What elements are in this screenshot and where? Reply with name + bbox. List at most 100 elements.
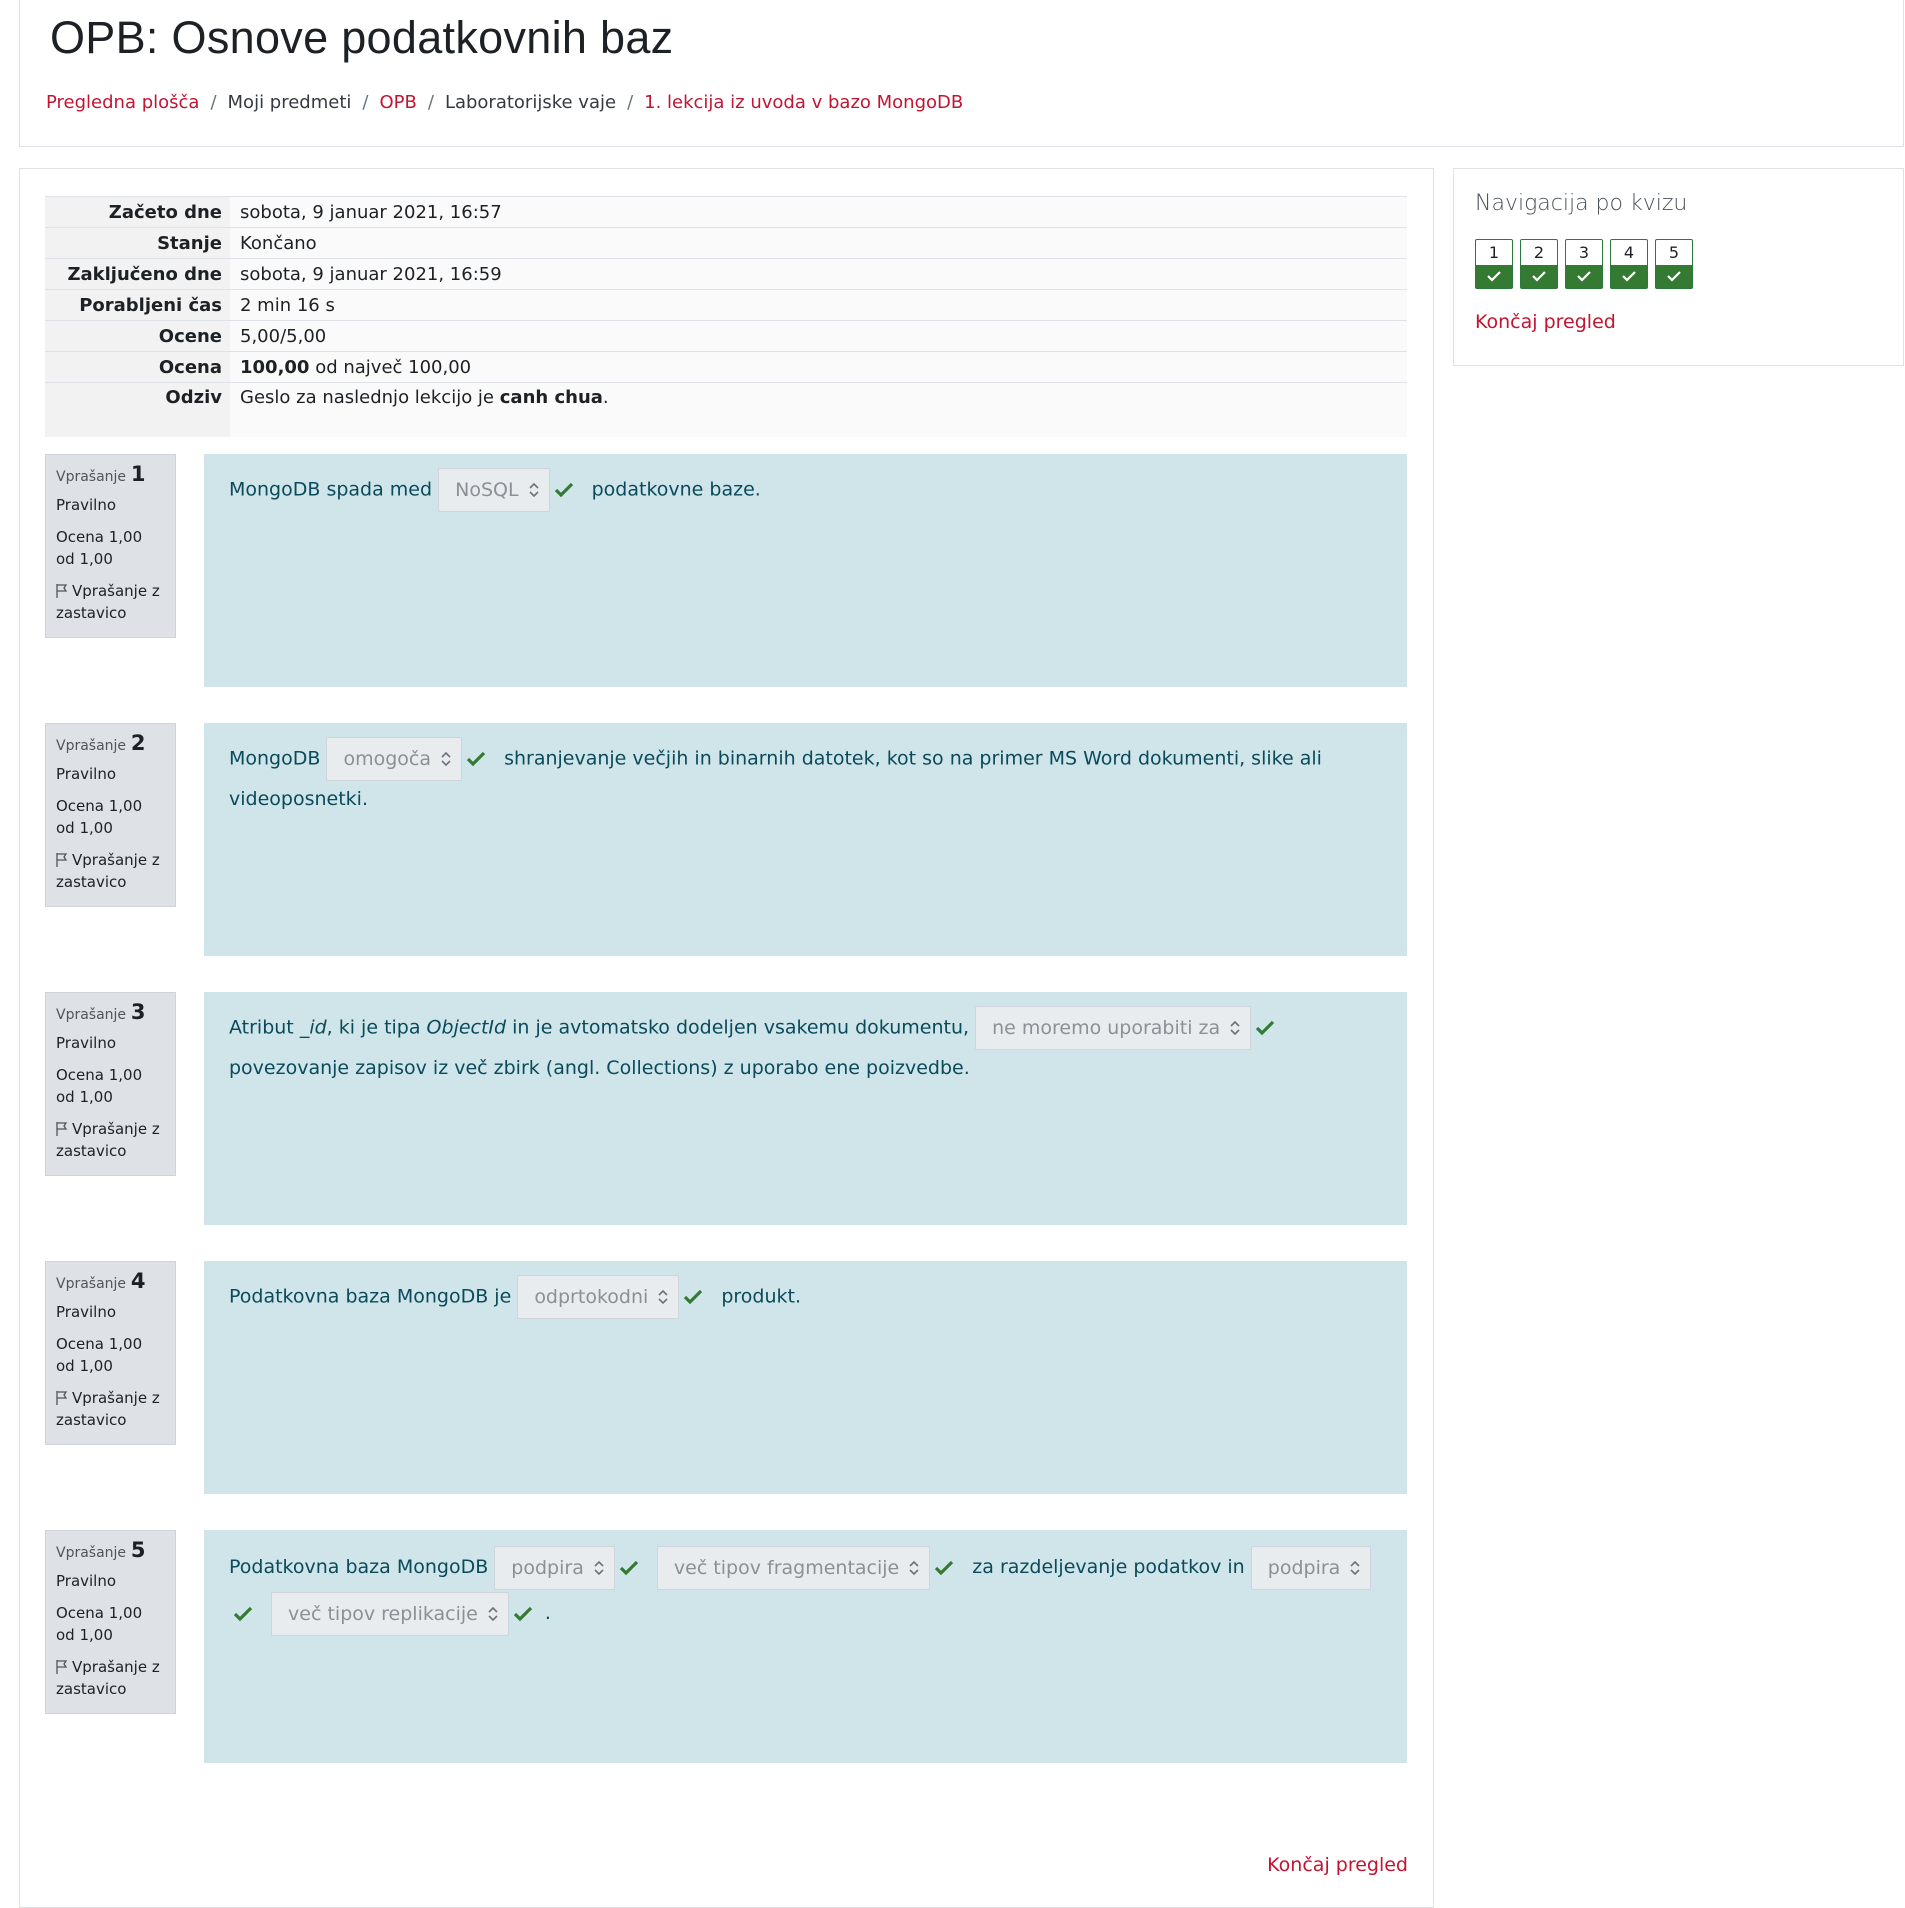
question-state: Pravilno [56, 1034, 117, 1052]
question-text: produkt. [721, 1285, 802, 1308]
attempt-summary-table: Začeto dne sobota, 9 januar 2021, 16:57 … [45, 196, 1407, 437]
check-icon [619, 1560, 638, 1575]
question-grade: Ocena 1,00 od 1,00 [56, 528, 143, 568]
feedback-end: . [602, 387, 609, 408]
select-value: več tipov fragmentacije [673, 1556, 900, 1579]
breadcrumb-course[interactable]: OPB [379, 92, 416, 113]
question-info: Vprašanje 5 Pravilno Ocena 1,00 od 1,00 … [45, 1530, 176, 1714]
finish-review-link[interactable]: Končaj pregled [1267, 1854, 1408, 1876]
quiz-nav-button-4[interactable]: 4 [1610, 239, 1648, 289]
grade-score: 100,00 [240, 356, 310, 378]
answer-select[interactable]: ne moremo uporabiti za [975, 1006, 1252, 1050]
nav-finish-review-link[interactable]: Končaj pregled [1475, 311, 1616, 333]
question-info: Vprašanje 2 Pravilno Ocena 1,00 od 1,00 … [45, 723, 176, 907]
question-number: 1 [130, 462, 146, 486]
page-header: OPB: Osnove podatkovnih baz Pregledna pl… [19, 0, 1904, 147]
answer-select[interactable]: NoSQL [438, 468, 550, 512]
check-icon [466, 751, 486, 767]
summary-row-completed: Zaključeno dne sobota, 9 januar 2021, 16… [45, 258, 1407, 290]
quiz-nav-button-3[interactable]: 3 [1565, 239, 1603, 289]
question-label: Vprašanje [56, 1545, 127, 1561]
quiz-nav-button-5[interactable]: 5 [1655, 239, 1693, 289]
grade-rest: od največ 100,00 [315, 356, 472, 378]
question-number: 4 [130, 1269, 146, 1293]
check-icon [513, 1606, 533, 1621]
flag-label: Vprašanje z zastavico [56, 1389, 160, 1429]
answer-select[interactable]: podpira [494, 1545, 615, 1590]
correct-indicator [1476, 265, 1512, 288]
answer-select[interactable]: podpira [1250, 1545, 1372, 1590]
question-text: povezovanje zapisov iz več zbirk (angl. … [229, 1057, 970, 1079]
question-number: 3 [130, 1000, 146, 1024]
flag-label: Vprašanje z zastavico [56, 851, 160, 891]
summary-value: sobota, 9 januar 2021, 16:59 [230, 258, 1407, 290]
quiz-nav-number: 3 [1578, 243, 1590, 262]
correct-indicator [1656, 265, 1692, 288]
flag-icon [56, 1391, 68, 1405]
question-number: 2 [130, 731, 146, 755]
check-icon [1487, 271, 1501, 282]
select-value: podpira [1267, 1556, 1341, 1579]
question-text: Podatkovna baza MongoDB [229, 1556, 489, 1578]
question-label: Vprašanje [56, 1276, 127, 1292]
select-arrows-icon [1350, 1560, 1360, 1575]
flag-question-button[interactable]: Vprašanje z zastavico [56, 1118, 165, 1162]
summary-value: 5,00/5,00 [230, 320, 1407, 352]
question-text: . [544, 1602, 551, 1624]
summary-value: 100,00 od največ 100,00 [230, 351, 1407, 383]
feedback-text: Geslo za naslednjo lekcijo je [240, 387, 495, 408]
check-icon [233, 1606, 253, 1621]
select-value: odprtokodni [534, 1286, 649, 1308]
question-4: Vprašanje 4 Pravilno Ocena 1,00 od 1,00 … [45, 1261, 1407, 1494]
check-icon [1256, 1020, 1275, 1036]
flag-question-button[interactable]: Vprašanje z zastavico [56, 1656, 165, 1700]
summary-row-state: Stanje Končano [45, 227, 1407, 259]
question-text: MongoDB [229, 747, 321, 770]
check-icon [684, 1289, 703, 1305]
quiz-nav-button-1[interactable]: 1 [1475, 239, 1513, 289]
check-icon [1532, 271, 1546, 282]
question-grade: Ocena 1,00 od 1,00 [56, 1604, 143, 1644]
summary-row-feedback: Odziv Geslo za naslednjo lekcijo je canh… [45, 382, 1407, 437]
correct-indicator [1566, 265, 1602, 288]
question-label: Vprašanje [56, 738, 127, 754]
select-arrows-icon [528, 482, 539, 498]
question-state: Pravilno [56, 765, 117, 783]
question-state: Pravilno [56, 1572, 117, 1590]
select-value: več tipov replikacije [288, 1602, 478, 1625]
select-arrows-icon [1230, 1020, 1240, 1036]
summary-value: Geslo za naslednjo lekcijo je canh chua. [230, 382, 1407, 437]
summary-row-started: Začeto dne sobota, 9 januar 2021, 16:57 [45, 196, 1407, 228]
question-text-italic: _id [299, 1016, 327, 1039]
select-arrows-icon [488, 1606, 498, 1621]
select-value: podpira [511, 1556, 584, 1579]
question-content: Podatkovna baza MongoDB podpira več tipo… [204, 1530, 1407, 1763]
correct-indicator [1521, 265, 1557, 288]
question-text: , ki je tipa [326, 1016, 421, 1039]
question-3: Vprašanje 3 Pravilno Ocena 1,00 od 1,00 … [45, 992, 1407, 1225]
question-label: Vprašanje [56, 469, 127, 485]
answer-select[interactable]: več tipov replikacije [271, 1591, 509, 1636]
select-value: omogoča [343, 748, 432, 770]
breadcrumb-separator: / [427, 92, 434, 113]
check-icon [1577, 271, 1591, 282]
question-5: Vprašanje 5 Pravilno Ocena 1,00 od 1,00 … [45, 1530, 1407, 1763]
flag-question-button[interactable]: Vprašanje z zastavico [56, 849, 165, 893]
flag-question-button[interactable]: Vprašanje z zastavico [56, 580, 165, 624]
check-icon [1667, 271, 1681, 282]
question-number: 5 [130, 1538, 146, 1562]
quiz-nav-number: 1 [1488, 243, 1500, 262]
check-icon [935, 1560, 954, 1575]
quiz-nav-button-2[interactable]: 2 [1520, 239, 1558, 289]
question-content: Podatkovna baza MongoDB je odprtokodni p… [204, 1261, 1407, 1494]
answer-select[interactable]: več tipov fragmentacije [656, 1545, 931, 1590]
breadcrumb-dashboard[interactable]: Pregledna plošča [46, 92, 199, 113]
quiz-nav-number: 5 [1668, 243, 1680, 262]
breadcrumb-quiz[interactable]: 1. lekcija iz uvoda v bazo MongoDB [644, 92, 963, 113]
feedback-password: canh chua [499, 387, 603, 408]
answer-select[interactable]: odprtokodni [517, 1275, 680, 1319]
breadcrumb-my-courses: Moji predmeti [227, 92, 352, 113]
flag-question-button[interactable]: Vprašanje z zastavico [56, 1387, 165, 1431]
summary-label: Odziv [45, 382, 230, 437]
answer-select[interactable]: omogoča [326, 737, 463, 781]
